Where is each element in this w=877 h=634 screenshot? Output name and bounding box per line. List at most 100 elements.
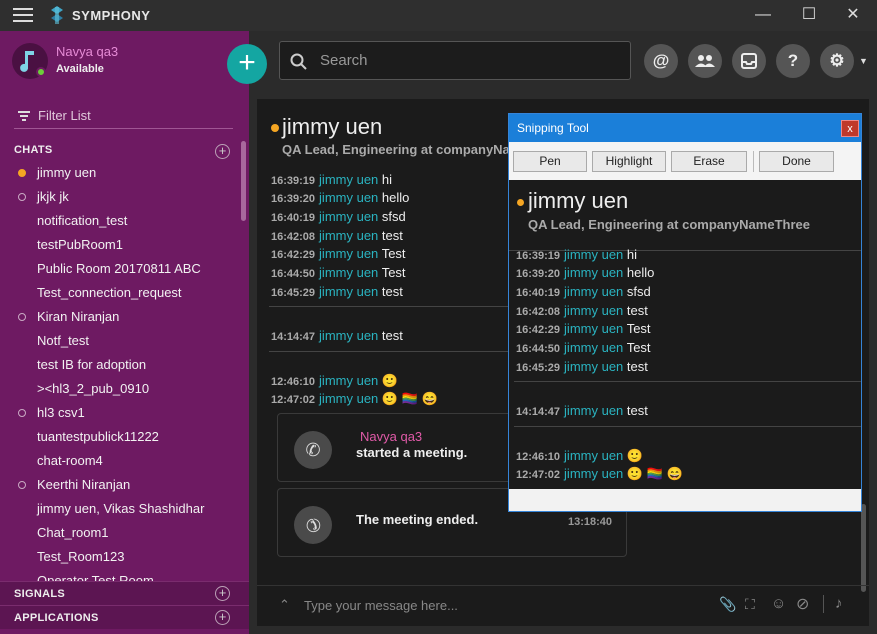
chat-item-17[interactable]: Operator Test Room (0, 569, 238, 581)
filter-list[interactable]: Filter List (14, 106, 233, 129)
chat-list: jimmy uen jkjk jk notification_test test… (0, 161, 238, 581)
add-application-icon[interactable]: + (215, 610, 230, 625)
conversation-subtitle: QA Lead, Engineering at companyName (282, 142, 529, 157)
phone-icon: ✆ (294, 431, 332, 469)
close-button[interactable]: ✕ (831, 0, 875, 31)
sidebar: Navya qa3 Available Filter List CHATS + … (0, 31, 249, 634)
away-indicator-icon (18, 169, 26, 177)
chat-item-5[interactable]: Test_connection_request (0, 281, 238, 305)
gear-icon[interactable]: ⚙ (820, 44, 854, 78)
hamburger-menu-icon[interactable] (13, 8, 33, 22)
symphony-logo (51, 6, 63, 24)
chat-label: Test_Room123 (37, 549, 125, 564)
offline-indicator-icon (18, 409, 26, 417)
message: 16:45:29 jimmy uen test (516, 359, 648, 374)
message: 16:45:29 jimmy uen test (271, 284, 403, 299)
snip-conversation-title: jimmy uen (528, 188, 629, 213)
snipping-close-button[interactable]: x (841, 120, 859, 137)
snip-conversation-subtitle: QA Lead, Engineering at companyNameThree (528, 217, 810, 232)
snipping-canvas[interactable]: jimmy uen QA Lead, Engineering at compan… (509, 180, 861, 489)
message: 16:39:20 jimmy uen hello (271, 190, 410, 205)
hangup-icon: ✆ (286, 498, 340, 552)
chat-label: notification_test (37, 213, 128, 228)
disable-icon[interactable]: ⊘ (796, 594, 809, 614)
attachment-icon[interactable]: 📎 (719, 596, 736, 613)
chat-item-12[interactable]: chat-room4 (0, 449, 238, 473)
chat-label: jimmy uen, Vikas Shashidhar (37, 501, 205, 516)
chevron-up-icon[interactable]: ⌃ (279, 597, 290, 613)
message: 16:42:29 jimmy uen Test (516, 321, 651, 336)
filter-icon (18, 111, 30, 123)
divider (514, 426, 861, 427)
app-name: SYMPHONY (72, 8, 151, 23)
chat-item-2[interactable]: notification_test (0, 209, 238, 233)
away-indicator-icon (517, 199, 524, 206)
help-icon[interactable]: ? (776, 44, 810, 78)
add-signal-icon[interactable]: + (215, 586, 230, 601)
user-status[interactable]: Available (56, 63, 104, 75)
chat-label: testPubRoom1 (37, 237, 123, 252)
user-name[interactable]: Navya qa3 (56, 44, 118, 59)
message: 12:46:10 jimmy uen 🙂 (271, 373, 399, 388)
message: 16:42:08 jimmy uen test (271, 228, 403, 243)
done-button[interactable]: Done (759, 151, 834, 172)
chat-label: hl3 csv1 (37, 405, 85, 420)
chat-item-8[interactable]: test IB for adoption (0, 353, 238, 377)
message: 16:42:08 jimmy uen test (516, 303, 648, 318)
chat-label: tuantestpublick11222 (37, 429, 159, 444)
message-input[interactable]: ⌃ Type your message here... 📎 ⛶ ☺ ⊘ ♪ (257, 585, 869, 626)
message: 12:47:02 jimmy uen 🙂 🏳️‍🌈 😄 (516, 466, 683, 481)
chat-item-14[interactable]: jimmy uen, Vikas Shashidhar (0, 497, 238, 521)
divider (514, 381, 861, 382)
chat-item-9[interactable]: ><hl3_2_pub_0910 (0, 377, 238, 401)
message: 14:14:47 jimmy uen test (271, 328, 403, 343)
add-chat-icon[interactable]: + (215, 144, 230, 159)
chat-item-13[interactable]: Keerthi Niranjan (0, 473, 238, 497)
applications-section[interactable]: APPLICATIONS + (0, 605, 249, 629)
section-signals: SIGNALS (14, 588, 65, 600)
chat-item-11[interactable]: tuantestpublick11222 (0, 425, 238, 449)
chat-item-10[interactable]: hl3 csv1 (0, 401, 238, 425)
emoji-icon[interactable]: ☺ (771, 595, 786, 612)
chat-item-3[interactable]: testPubRoom1 (0, 233, 238, 257)
snipping-tool-window: Snipping Tool x Pen Highlight Erase Done… (508, 113, 862, 512)
chat-item-16[interactable]: Test_Room123 (0, 545, 238, 569)
search-icon (290, 53, 307, 70)
signals-section[interactable]: SIGNALS + (0, 581, 249, 605)
highlight-button[interactable]: Highlight (592, 151, 666, 172)
people-icon[interactable] (688, 44, 722, 78)
message: 14:14:47 jimmy uen test (516, 403, 648, 418)
message: 12:47:02 jimmy uen 🙂 🏳️‍🌈 😄 (271, 391, 438, 406)
chat-item-0[interactable]: jimmy uen (0, 161, 238, 185)
compose-button[interactable]: + (227, 44, 267, 84)
mentions-icon[interactable]: @ (644, 44, 678, 78)
message: 16:39:19 jimmy uen hi (516, 247, 638, 262)
offline-indicator-icon (18, 193, 26, 201)
screenshot-icon[interactable]: ⛶ (745, 596, 755, 613)
music-note-icon[interactable]: ♪ (835, 595, 843, 612)
erase-button[interactable]: Erase (671, 151, 747, 172)
conversation-title[interactable]: jimmy uen (282, 114, 382, 140)
conversation-scrollbar[interactable] (861, 504, 866, 592)
chat-item-4[interactable]: Public Room 20170811 ABC (0, 257, 238, 281)
chat-label: Public Room 20170811 ABC (37, 261, 201, 276)
minimize-button[interactable]: — (741, 0, 785, 31)
chat-item-15[interactable]: Chat_room1 (0, 521, 238, 545)
maximize-button[interactable]: ☐ (787, 0, 831, 31)
chat-label: Keerthi Niranjan (37, 477, 131, 492)
chevron-down-icon[interactable]: ▼ (859, 56, 868, 66)
inbox-icon[interactable] (732, 44, 766, 78)
search-placeholder: Search (320, 52, 368, 69)
sidebar-scrollbar[interactable] (241, 141, 246, 221)
chat-label: chat-room4 (37, 453, 103, 468)
pen-button[interactable]: Pen (513, 151, 587, 172)
meeting-starter[interactable]: Navya qa3 (360, 429, 422, 444)
message-placeholder: Type your message here... (304, 598, 458, 613)
chat-item-1[interactable]: jkjk jk (0, 185, 238, 209)
message: 16:40:19 jimmy uen sfsd (516, 284, 651, 299)
away-indicator-icon (271, 124, 279, 132)
message: 16:39:20 jimmy uen hello (516, 265, 655, 280)
chat-item-6[interactable]: Kiran Niranjan (0, 305, 238, 329)
chat-item-7[interactable]: Notf_test (0, 329, 238, 353)
search-input[interactable]: Search (279, 41, 631, 80)
